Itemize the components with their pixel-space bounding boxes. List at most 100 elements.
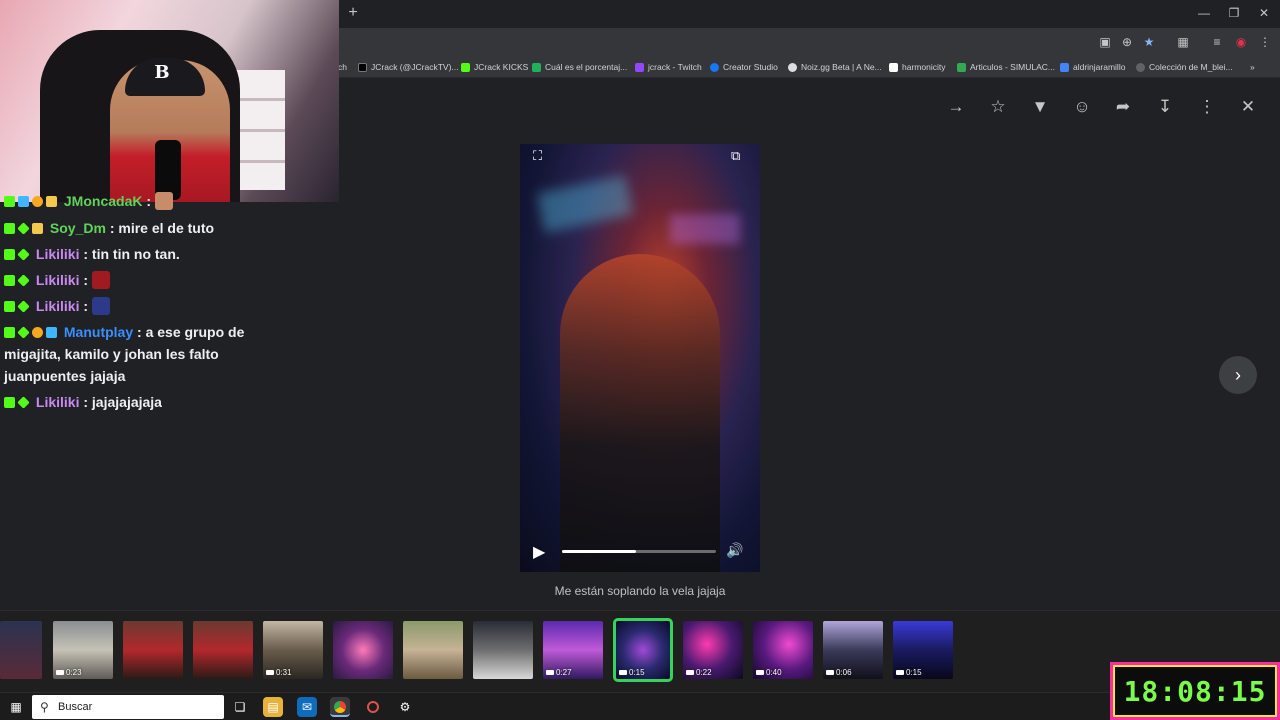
pin-icon[interactable]: ▼ (1029, 96, 1051, 118)
fullscreen-icon[interactable]: ⛶ (533, 148, 542, 164)
chat-username[interactable]: Likiliki (36, 394, 80, 410)
forward-arrow-icon[interactable]: → (945, 96, 967, 118)
twitch-icon (635, 62, 644, 72)
media-icon[interactable]: ≡ (1208, 33, 1226, 51)
share-forward-icon[interactable]: ➦ (1112, 96, 1134, 118)
close-viewer-icon[interactable]: ✕ (1237, 96, 1259, 118)
video-frame (536, 175, 634, 233)
chat-message: JMoncadaK : (4, 190, 304, 212)
chat-text: : (83, 298, 89, 314)
thumbnail[interactable]: 0:27 (543, 621, 603, 679)
close-window-icon[interactable]: ✕ (1250, 4, 1278, 22)
chat-message: Manutplay : a ese grupo de migajita, kam… (4, 321, 304, 387)
bookmark-item[interactable]: Noiz.gg Beta | A Ne... (788, 60, 882, 74)
crown-badge-icon (46, 196, 57, 207)
profile-icon[interactable]: ◉ (1232, 33, 1250, 51)
outlook-icon[interactable]: ✉ (297, 697, 317, 717)
video-icon (56, 670, 64, 675)
bookmark-item[interactable]: Creator Studio (710, 60, 778, 74)
emote-icon (91, 271, 110, 289)
bookmark-item[interactable]: Colección de M_blei... (1136, 60, 1233, 74)
cast-icon[interactable]: ▣ (1096, 33, 1114, 51)
zoom-icon[interactable]: ⊕ (1118, 33, 1136, 51)
chat-username[interactable]: Likiliki (36, 298, 80, 314)
new-tab-button[interactable]: + (344, 4, 362, 22)
thumbnail[interactable]: 0:06 (823, 621, 883, 679)
chat-message: Soy_Dm : mire el de tuto (4, 217, 304, 239)
chrome-icon[interactable] (330, 697, 350, 717)
chat-text: : (146, 193, 152, 209)
thumbnail[interactable] (333, 621, 393, 679)
diamond-badge-icon (17, 248, 30, 261)
thumbnail-duration: 0:40 (756, 668, 782, 677)
thumbnail-selected[interactable]: 0:15 (613, 618, 673, 682)
media-filmstrip: 0:23 0:31 0:27 0:15 0:22 0:40 0:06 0:15 (0, 610, 1280, 690)
bookmark-item[interactable]: Articulos - SIMULAC... (957, 60, 1055, 74)
video-icon (896, 670, 904, 675)
bookmarks-overflow[interactable]: » (1250, 60, 1255, 74)
video-player[interactable] (520, 144, 760, 572)
thumbnail[interactable] (193, 621, 253, 679)
video-icon (619, 670, 627, 675)
chat-message: Likiliki : (4, 295, 304, 317)
menu-icon[interactable]: ⋮ (1256, 33, 1274, 51)
bookmark-item[interactable]: JCrack KICKS (461, 60, 528, 74)
video-icon (546, 670, 554, 675)
screen: + — ❐ ✕ ▣ ⊕ ★ ▦ ≡ ◉ ⋮ ch JCrack (@JCrack… (0, 0, 1280, 720)
chat-message: Likiliki : jajajajajaja (4, 391, 304, 413)
thumbnail[interactable] (0, 621, 42, 679)
chat-username[interactable]: Likiliki (36, 272, 80, 288)
bookmark-item[interactable]: JCrack (@JCrackTV)... (358, 60, 459, 74)
bookmark-item[interactable]: harmonicity (889, 60, 945, 74)
settings-gear-icon[interactable]: ⚙ (395, 697, 415, 717)
bookmark-item[interactable]: Cuál es el porcentaj... (532, 60, 627, 74)
subscriber-badge-icon (46, 327, 57, 338)
extensions-icon[interactable]: ▦ (1174, 33, 1192, 51)
bookmark-item[interactable]: ch (338, 60, 347, 74)
facebook-icon (710, 62, 719, 72)
chat-username[interactable]: Soy_Dm (50, 220, 106, 236)
more-options-icon[interactable]: ⋮ (1196, 96, 1218, 118)
bookmark-star-icon[interactable]: ★ (1140, 33, 1158, 51)
task-view-icon[interactable]: ❏ (230, 697, 250, 717)
emoji-icon[interactable]: ☺ (1071, 96, 1093, 118)
thumbnail[interactable] (473, 621, 533, 679)
kick-badge-icon (4, 223, 15, 234)
thumbnail[interactable]: 0:23 (53, 621, 113, 679)
bookmark-item[interactable]: jcrack - Twitch (635, 60, 702, 74)
restore-icon[interactable]: ❐ (1220, 4, 1248, 22)
star-icon[interactable]: ☆ (987, 96, 1009, 118)
taskbar-search[interactable]: ⚲ Buscar (32, 695, 224, 719)
chat-username[interactable]: JMoncadaK (64, 193, 143, 209)
volume-icon[interactable]: 🔊 (726, 542, 743, 559)
webcam-overlay: B (0, 0, 339, 202)
obs-icon[interactable] (363, 697, 383, 717)
noiz-icon (788, 62, 797, 72)
kick-icon (461, 62, 470, 72)
video-progress-bar[interactable] (562, 550, 716, 553)
play-icon[interactable]: ▶ (533, 542, 545, 562)
file-explorer-icon[interactable]: ▤ (263, 697, 283, 717)
bookmark-item[interactable]: aldrinjaramillo (1060, 60, 1125, 74)
thumbnail[interactable]: 0:15 (893, 621, 953, 679)
next-media-button[interactable]: › (1219, 356, 1257, 394)
thumbnail[interactable] (403, 621, 463, 679)
thumbnail[interactable]: 0:22 (683, 621, 743, 679)
chat-username[interactable]: Likiliki (36, 246, 80, 262)
media-caption: Me están soplando la vela jajaja (554, 584, 726, 598)
download-icon[interactable]: ↧ (1154, 96, 1176, 118)
thumbnail[interactable] (123, 621, 183, 679)
minimize-icon[interactable]: — (1190, 4, 1218, 22)
thumbnail[interactable]: 0:40 (753, 621, 813, 679)
windows-start-icon[interactable]: ▦ (8, 699, 24, 715)
chat-overlay: JMoncadaK : Soy_Dm : mire el de tuto Lik… (0, 190, 339, 420)
video-progress-fill (562, 550, 636, 553)
thumbnail-duration: 0:22 (686, 668, 712, 677)
picture-in-picture-icon[interactable]: ⧉ (731, 148, 740, 164)
subscriber-badge-icon (18, 196, 29, 207)
chat-username[interactable]: Manutplay (64, 324, 133, 340)
crown-badge-icon (32, 223, 43, 234)
video-icon (686, 670, 694, 675)
thumbnail[interactable]: 0:31 (263, 621, 323, 679)
stream-clock: 18:08:15 (1110, 662, 1280, 720)
